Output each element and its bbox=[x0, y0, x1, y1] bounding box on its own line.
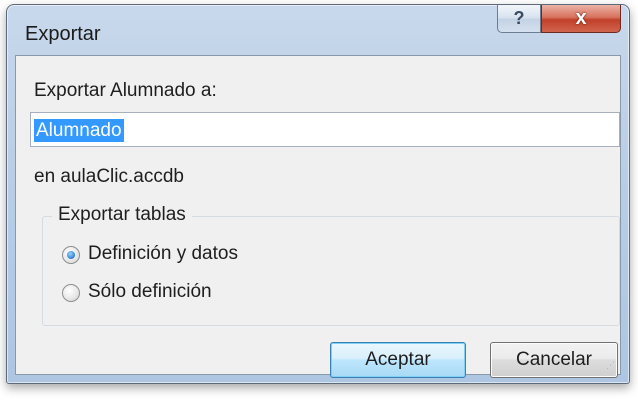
cancel-button-label: Cancelar bbox=[515, 349, 593, 370]
dialog-body: Exportar Alumnado a: Alumnado en aulaCli… bbox=[15, 55, 621, 378]
option-definition-and-data-label[interactable]: Definición y datos bbox=[88, 243, 238, 265]
database-location-text: en aulaClic.accdb bbox=[34, 166, 184, 187]
title-bar[interactable]: Exportar ? x bbox=[7, 5, 629, 55]
close-icon: x bbox=[575, 7, 587, 29]
export-target-label: Exportar Alumnado a: bbox=[34, 80, 217, 101]
help-icon: ? bbox=[513, 8, 525, 28]
export-name-input[interactable]: Alumnado bbox=[30, 112, 620, 147]
radio-definition-only[interactable] bbox=[62, 284, 80, 302]
accept-button[interactable]: Aceptar bbox=[330, 342, 466, 378]
window-title: Exportar bbox=[25, 23, 101, 45]
export-tables-group-title: Exportar tablas bbox=[52, 204, 192, 226]
option-definition-only-label[interactable]: Sólo definición bbox=[88, 281, 212, 303]
help-button[interactable]: ? bbox=[497, 5, 541, 33]
close-button[interactable]: x bbox=[541, 5, 621, 33]
resize-grip-icon[interactable]: ⋰ bbox=[606, 360, 616, 370]
export-name-value: Alumnado bbox=[34, 119, 124, 142]
export-tables-group bbox=[42, 216, 620, 326]
cancel-button[interactable]: Cancelar bbox=[490, 342, 618, 378]
radio-definition-and-data[interactable] bbox=[62, 246, 80, 264]
accept-button-label: Aceptar bbox=[365, 349, 431, 370]
export-dialog-window: Exportar ? x Exportar Alumnado a: Alumna… bbox=[6, 4, 630, 384]
